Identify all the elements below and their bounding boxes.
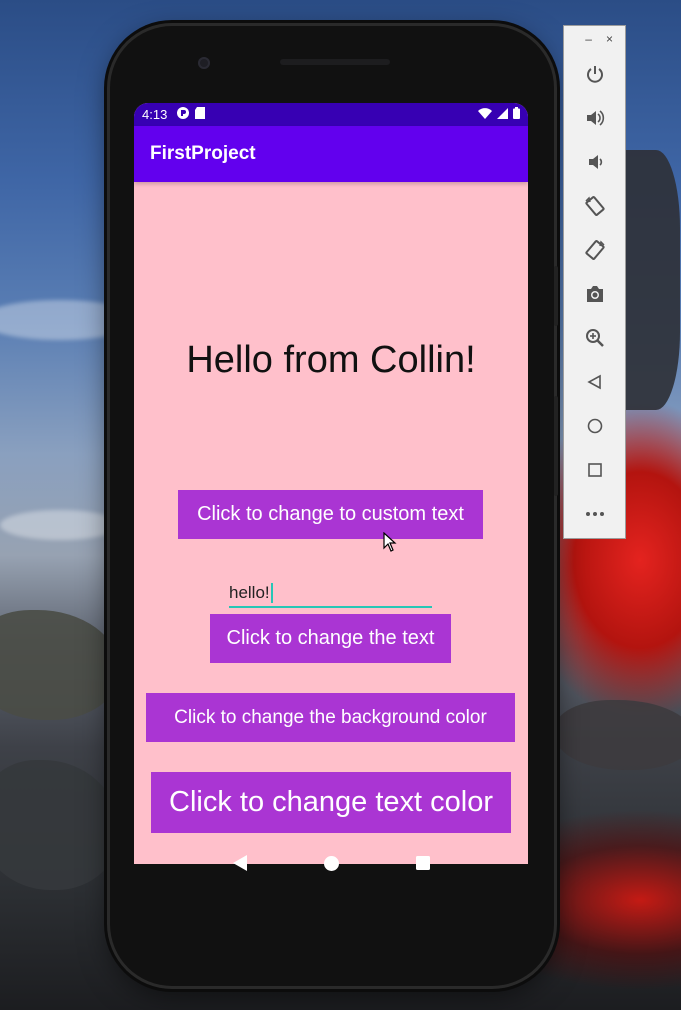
app-title: FirstProject [150, 143, 256, 164]
sd-card-icon [195, 107, 206, 122]
app-bar: FirstProject [134, 126, 528, 182]
front-camera [198, 57, 210, 69]
power-side-button [554, 266, 558, 326]
power-icon[interactable] [564, 52, 625, 96]
overview-icon[interactable] [415, 856, 430, 870]
background-rock [0, 610, 120, 720]
text-color-button[interactable]: Click to change text color [151, 772, 511, 833]
greeting-text: Hello from Collin! [186, 339, 476, 381]
status-time: 4:13 [142, 107, 168, 122]
home-icon[interactable] [564, 404, 625, 448]
volume-up-icon[interactable] [564, 96, 625, 140]
background-color-button[interactable]: Click to change the background color [146, 693, 515, 742]
camera-icon[interactable] [564, 272, 625, 316]
app-screen: 4:13 FirstProject Hello from Collin! Cli… [134, 103, 528, 864]
wifi-icon [478, 107, 492, 122]
more-icon[interactable] [564, 492, 625, 536]
home-icon[interactable] [323, 855, 339, 871]
rotate-right-icon[interactable] [564, 228, 625, 272]
close-button[interactable]: × [606, 32, 613, 46]
emulator-toolbar: – × [563, 25, 626, 539]
text-input[interactable]: hello! [229, 580, 432, 608]
text-input-value: hello! [229, 583, 270, 602]
rotate-left-icon[interactable] [564, 184, 625, 228]
custom-text-button[interactable]: Click to change to custom text [178, 490, 483, 539]
mouse-pointer-icon [383, 531, 397, 557]
volume-side-button [554, 396, 558, 496]
change-text-button[interactable]: Click to change the text [210, 614, 451, 663]
text-cursor [270, 583, 273, 603]
toolbar-window-controls: – × [564, 26, 625, 52]
overview-icon[interactable] [564, 448, 625, 492]
notification-icon [177, 107, 190, 122]
back-icon[interactable] [232, 855, 247, 871]
status-icons [478, 107, 520, 122]
background-rock [0, 760, 120, 890]
volume-down-icon[interactable] [564, 140, 625, 184]
zoom-icon[interactable] [564, 316, 625, 360]
earpiece-speaker [280, 59, 390, 65]
minimize-button[interactable]: – [585, 32, 592, 46]
navigation-bar [134, 838, 528, 888]
status-bar: 4:13 [134, 103, 528, 126]
battery-icon [513, 107, 520, 122]
background-cloud [0, 510, 120, 540]
background-rock [555, 700, 681, 770]
back-icon[interactable] [564, 360, 625, 404]
signal-icon [497, 107, 508, 122]
